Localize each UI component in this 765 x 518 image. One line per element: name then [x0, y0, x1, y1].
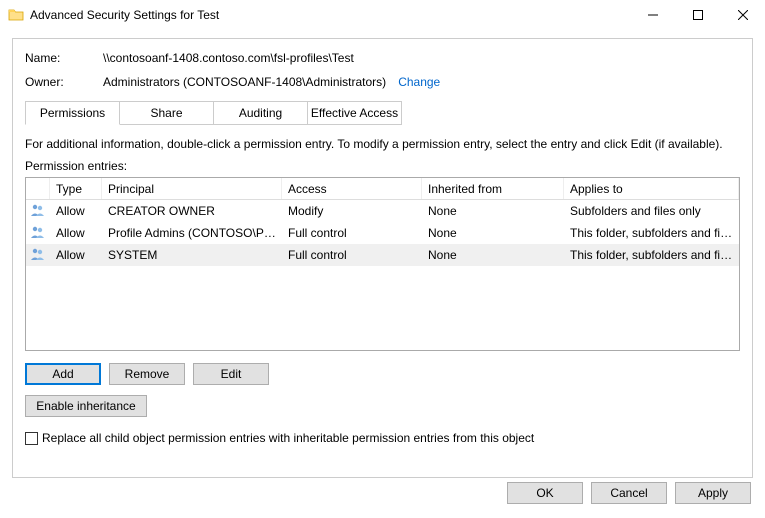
group-icon [30, 225, 46, 242]
enable-inheritance-button[interactable]: Enable inheritance [25, 395, 147, 417]
group-icon [30, 247, 46, 264]
replace-checkbox[interactable] [25, 432, 38, 445]
tab-strip: Permissions Share Auditing Effective Acc… [25, 101, 740, 125]
replace-checkbox-label: Replace all child object permission entr… [42, 431, 534, 445]
entry-buttons: Add Remove Edit [25, 363, 740, 385]
instruction-text: For additional information, double-click… [25, 137, 740, 151]
inheritance-buttons: Enable inheritance [25, 395, 740, 417]
folder-icon [8, 7, 24, 23]
owner-value: Administrators (CONTOSOANF-1408\Administ… [103, 75, 386, 89]
main-panel: Name: \\contosoanf-1408.contoso.com\fsl-… [12, 38, 753, 478]
owner-label: Owner: [25, 75, 103, 89]
window-controls [630, 0, 765, 30]
group-icon [30, 203, 46, 220]
edit-button[interactable]: Edit [193, 363, 269, 385]
entries-label: Permission entries: [25, 159, 740, 173]
table-row[interactable]: Allow CREATOR OWNER Modify None Subfolde… [26, 200, 739, 222]
tab-permissions[interactable]: Permissions [25, 101, 120, 125]
tab-auditing[interactable]: Auditing [213, 101, 308, 125]
grid-body: Allow CREATOR OWNER Modify None Subfolde… [26, 200, 739, 266]
ok-button[interactable]: OK [507, 482, 583, 504]
maximize-button[interactable] [675, 0, 720, 30]
owner-row: Owner: Administrators (CONTOSOANF-1408\A… [25, 75, 740, 89]
grid-header: Type Principal Access Inherited from App… [26, 178, 739, 200]
change-owner-link[interactable]: Change [398, 75, 440, 89]
close-button[interactable] [720, 0, 765, 30]
cancel-button[interactable]: Cancel [591, 482, 667, 504]
col-icon [26, 178, 50, 199]
col-access[interactable]: Access [282, 178, 422, 199]
dialog-footer: OK Cancel Apply [0, 482, 765, 508]
titlebar: Advanced Security Settings for Test [0, 0, 765, 30]
col-applies[interactable]: Applies to [564, 178, 739, 199]
table-row[interactable]: Allow Profile Admins (CONTOSO\Pr... Full… [26, 222, 739, 244]
col-principal[interactable]: Principal [102, 178, 282, 199]
window-title: Advanced Security Settings for Test [30, 8, 630, 22]
name-value: \\contosoanf-1408.contoso.com\fsl-profil… [103, 51, 354, 65]
name-label: Name: [25, 51, 103, 65]
name-row: Name: \\contosoanf-1408.contoso.com\fsl-… [25, 51, 740, 65]
add-button[interactable]: Add [25, 363, 101, 385]
col-type[interactable]: Type [50, 178, 102, 199]
permissions-grid[interactable]: Type Principal Access Inherited from App… [25, 177, 740, 351]
tab-share[interactable]: Share [119, 101, 214, 125]
table-row[interactable]: Allow SYSTEM Full control None This fold… [26, 244, 739, 266]
remove-button[interactable]: Remove [109, 363, 185, 385]
col-inherited[interactable]: Inherited from [422, 178, 564, 199]
tab-effective-access[interactable]: Effective Access [307, 101, 402, 125]
apply-button[interactable]: Apply [675, 482, 751, 504]
minimize-button[interactable] [630, 0, 675, 30]
replace-checkbox-row: Replace all child object permission entr… [25, 431, 740, 445]
